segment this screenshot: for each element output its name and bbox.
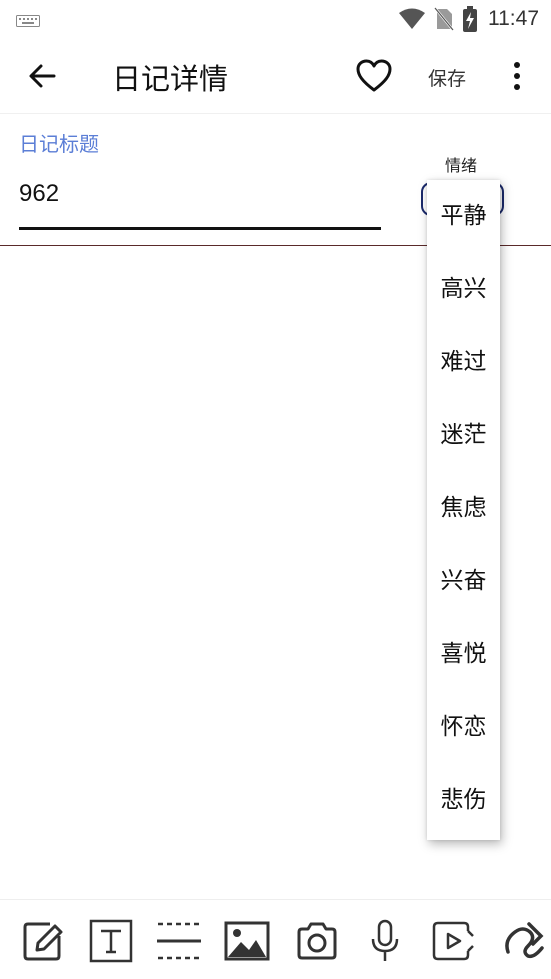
mood-option[interactable]: 平静: [427, 180, 500, 253]
no-sim-icon: [434, 7, 454, 31]
app-bar: 日记详情 保存: [0, 38, 551, 114]
divider-button[interactable]: [156, 918, 202, 964]
mood-option[interactable]: 焦虑: [427, 472, 500, 545]
wifi-icon: [398, 8, 426, 30]
favorite-button[interactable]: [354, 58, 394, 94]
mic-icon: [371, 919, 399, 961]
battery-charging-icon: [462, 6, 478, 32]
mood-option[interactable]: 悲伤: [427, 764, 500, 837]
status-icons: 11:47: [398, 6, 539, 32]
image-button[interactable]: [224, 918, 270, 964]
mood-option[interactable]: 迷茫: [427, 399, 500, 472]
title-field-label: 日记标题: [19, 132, 99, 156]
page-title: 日记详情: [112, 62, 229, 96]
image-icon: [224, 921, 270, 961]
edit-button[interactable]: [20, 918, 66, 964]
video-button[interactable]: [430, 918, 476, 964]
draw-icon: [505, 922, 544, 959]
clock: 11:47: [488, 7, 539, 30]
draw-button[interactable]: [500, 918, 546, 964]
save-button[interactable]: 保存: [428, 64, 466, 91]
mood-option[interactable]: 怀恋: [427, 691, 500, 764]
camera-icon: [297, 922, 337, 960]
keyboard-icon: [16, 12, 40, 27]
mood-option[interactable]: 难过: [427, 326, 500, 399]
camera-button[interactable]: [294, 918, 340, 964]
mood-dropdown-menu: 平静 高兴 难过 迷茫 焦虑 兴奋 喜悦 怀恋 悲伤: [427, 180, 500, 840]
more-vert-icon: [514, 62, 520, 90]
more-options-button[interactable]: [507, 58, 527, 94]
divider-icon: [157, 922, 201, 960]
heart-icon: [356, 59, 392, 92]
status-bar: 11:47: [0, 0, 551, 38]
mood-option[interactable]: 喜悦: [427, 618, 500, 691]
mood-option[interactable]: 兴奋: [427, 545, 500, 618]
text-button[interactable]: [88, 918, 134, 964]
voice-button[interactable]: [362, 918, 408, 964]
mood-label: 情绪: [445, 156, 478, 175]
back-arrow-icon: [29, 64, 56, 88]
video-icon: [432, 921, 474, 961]
mood-option[interactable]: 高兴: [427, 253, 500, 326]
bottom-toolbar: [0, 899, 551, 979]
edit-icon: [23, 922, 63, 961]
title-input[interactable]: [19, 176, 381, 230]
back-button[interactable]: [22, 56, 64, 96]
text-icon: [89, 919, 133, 963]
